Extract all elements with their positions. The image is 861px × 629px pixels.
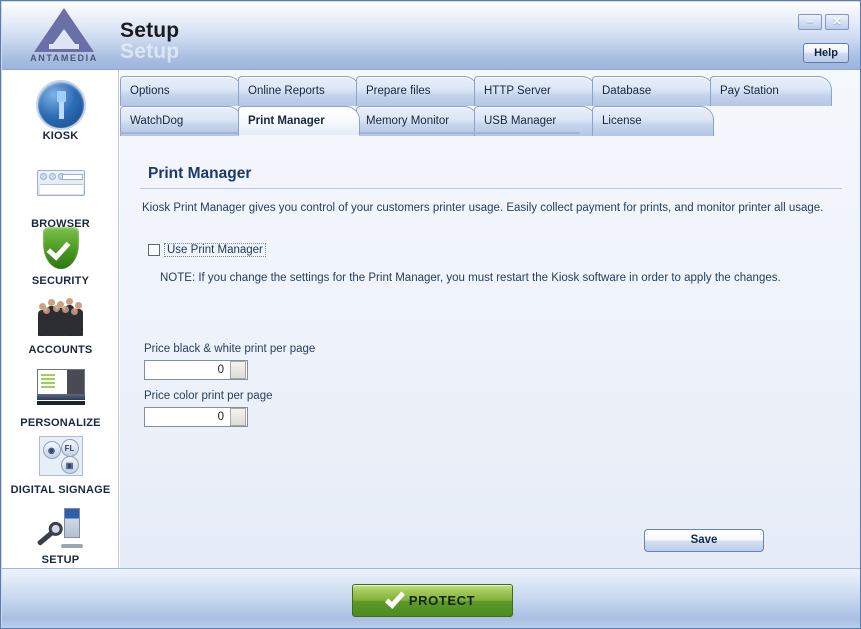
sidebar-icon-wrap: ◉ FL ▣ bbox=[35, 436, 87, 482]
sidebar-item-label: DIGITAL SIGNAGE bbox=[10, 484, 111, 496]
sidebar-item-accounts[interactable]: ACCOUNTS bbox=[2, 292, 119, 356]
sidebar-icon-wrap bbox=[35, 296, 87, 342]
sidebar-icon-wrap bbox=[35, 170, 87, 216]
help-button[interactable]: Help bbox=[803, 43, 849, 63]
content-panel: Options Online Reports Prepare files HTTP S… bbox=[120, 70, 860, 568]
minimize-button[interactable]: – bbox=[798, 14, 822, 30]
sidebar-item-label: SECURITY bbox=[31, 275, 90, 287]
logo-bar bbox=[49, 44, 79, 49]
section-title: Print Manager bbox=[148, 165, 252, 182]
save-button[interactable]: Save bbox=[644, 529, 764, 552]
footer-bar: PROTECT bbox=[2, 568, 860, 628]
tab-online-reports[interactable]: Online Reports bbox=[238, 76, 360, 106]
page-title-shadow: Setup bbox=[120, 40, 180, 63]
section-divider bbox=[140, 188, 842, 189]
sidebar-item-security[interactable]: SECURITY bbox=[2, 225, 119, 287]
sidebar-item-label: PERSONALIZE bbox=[20, 417, 101, 429]
sidebar-item-label: SETUP bbox=[41, 554, 80, 566]
monitor-icon bbox=[36, 369, 85, 405]
sidebar-icon-wrap bbox=[35, 227, 87, 273]
close-button[interactable]: ✕ bbox=[825, 14, 849, 30]
sidebar-item-label: ACCOUNTS bbox=[28, 344, 93, 356]
protect-button[interactable]: PROTECT bbox=[352, 584, 513, 617]
title-bar: ANTAMEDIA Setup Setup – ✕ Help bbox=[2, 2, 860, 70]
sidebar-icon-wrap bbox=[35, 369, 87, 415]
sidebar-icon-wrap bbox=[35, 82, 87, 128]
price-bw-value: 0 bbox=[217, 364, 224, 376]
tab-row-primary: Options Online Reports Prepare files HTTP S… bbox=[120, 76, 860, 106]
digital-signage-icon: ◉ FL ▣ bbox=[38, 436, 83, 476]
tab-strip: Options Online Reports Prepare files HTTP S… bbox=[120, 76, 860, 139]
use-print-manager-checkbox[interactable] bbox=[148, 244, 160, 256]
sidebar-item-setup[interactable]: SETUP bbox=[2, 504, 119, 566]
wrench-setup-icon bbox=[36, 506, 84, 550]
tab-options[interactable]: Options bbox=[120, 76, 242, 106]
antamedia-logo: ANTAMEDIA bbox=[18, 6, 110, 68]
use-print-manager-checkbox-row[interactable]: Use Print Manager bbox=[148, 243, 266, 257]
price-bw-spinner[interactable] bbox=[230, 361, 246, 379]
protect-button-label: PROTECT bbox=[408, 593, 476, 608]
brand-name: ANTAMEDIA bbox=[30, 53, 98, 63]
tab-database[interactable]: Database bbox=[592, 76, 714, 106]
window-controls: – ✕ bbox=[798, 14, 849, 30]
tab-prepare-files[interactable]: Prepare files bbox=[356, 76, 478, 106]
price-bw-label: Price black & white print per page bbox=[144, 343, 316, 355]
tab-strip-underline bbox=[120, 132, 860, 134]
sidebar: KIOSK BROWSER SECURITY ACCOUNTS PERSONALIZE ◉… bbox=[2, 70, 119, 568]
sidebar-item-label: KIOSK bbox=[42, 130, 79, 142]
check-icon bbox=[384, 587, 405, 609]
page-title: Setup bbox=[120, 19, 180, 42]
tab-print-manager[interactable]: Print Manager bbox=[238, 106, 360, 136]
sidebar-item-kiosk[interactable]: KIOSK bbox=[2, 82, 119, 142]
price-color-spinner[interactable] bbox=[230, 408, 246, 426]
sidebar-icon-wrap bbox=[35, 506, 87, 552]
sidebar-item-digital-signage[interactable]: ◉ FL ▣ DIGITAL SIGNAGE bbox=[2, 432, 119, 496]
people-group-icon bbox=[36, 296, 86, 336]
price-color-value: 0 bbox=[217, 411, 224, 423]
application-window: ANTAMEDIA Setup Setup – ✕ Help KIOSK BROW… bbox=[0, 0, 861, 629]
restart-note: NOTE: If you change the settings for the… bbox=[160, 272, 781, 284]
shield-icon bbox=[42, 227, 79, 269]
sidebar-item-browser[interactable]: BROWSER bbox=[2, 160, 119, 230]
browser-icon bbox=[36, 170, 85, 196]
use-print-manager-label: Use Print Manager bbox=[164, 243, 266, 257]
price-bw-input[interactable]: 0 bbox=[144, 360, 248, 380]
kiosk-icon bbox=[37, 82, 84, 128]
tab-http-server[interactable]: HTTP Server bbox=[474, 76, 596, 106]
intro-description: Kiosk Print Manager gives you control of… bbox=[142, 202, 824, 214]
tab-pay-station[interactable]: Pay Station bbox=[710, 76, 832, 106]
logo-notch bbox=[53, 29, 75, 44]
price-color-input[interactable]: 0 bbox=[144, 407, 248, 427]
body-area: KIOSK BROWSER SECURITY ACCOUNTS PERSONALIZE ◉… bbox=[2, 70, 860, 568]
sidebar-item-personalize[interactable]: PERSONALIZE bbox=[2, 363, 119, 429]
price-color-label: Price color print per page bbox=[144, 390, 273, 402]
